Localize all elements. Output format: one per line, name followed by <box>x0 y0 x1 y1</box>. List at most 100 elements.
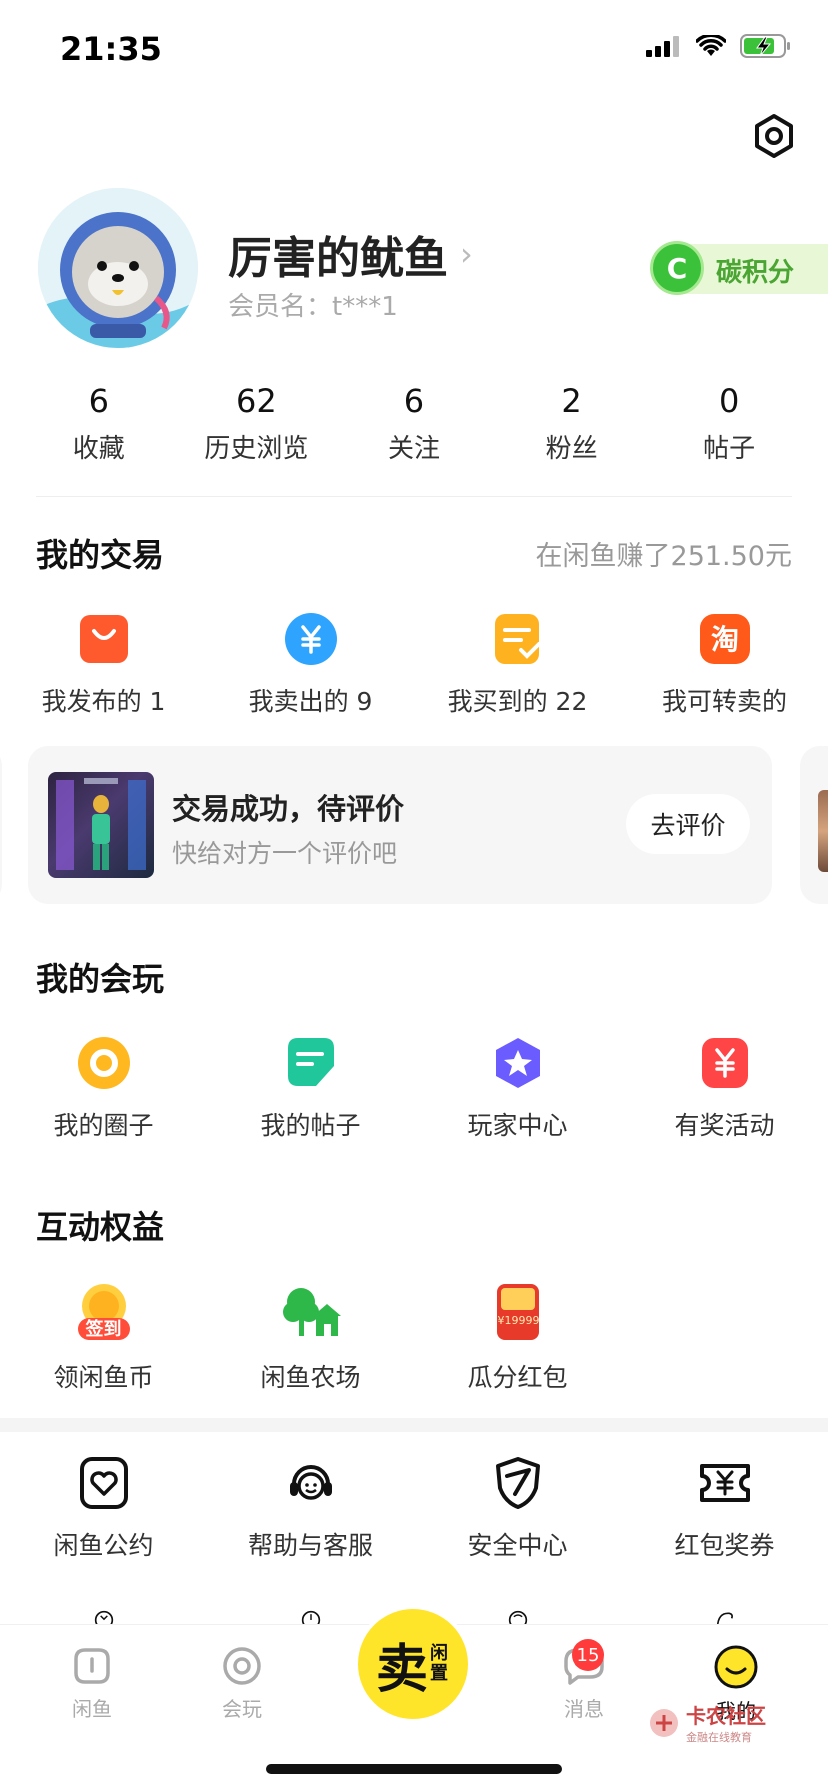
icon-label: 帮助与客服 <box>247 1531 373 1560</box>
benefits-title: 互动权益 <box>36 1208 165 1246</box>
svg-text:淘: 淘 <box>710 623 738 656</box>
bag-icon <box>77 612 131 666</box>
stat-label: 关注 <box>387 434 440 464</box>
my-play-title: 我的会玩 <box>36 960 165 998</box>
trade-card-title: 交易成功，待评价 <box>172 792 405 826</box>
icon-label: 我发布的 1 <box>41 687 166 716</box>
icon-label: 领闲鱼币 <box>53 1363 154 1392</box>
trade-card-subtitle: 快给对方一个评价吧 <box>172 839 398 868</box>
avatar[interactable] <box>38 188 198 348</box>
nav-label: 会玩 <box>222 1697 262 1721</box>
status-icons <box>646 34 792 58</box>
icon-label: 闲鱼公约 <box>53 1531 154 1560</box>
settings-button[interactable] <box>750 112 798 160</box>
nav-label: 消息 <box>564 1697 604 1721</box>
stat-value: 6 <box>403 382 425 420</box>
service-pact[interactable]: 闲鱼公约 <box>0 1456 207 1562</box>
sell-side-label: 闲置 <box>430 1643 448 1684</box>
customer-service-icon <box>284 1456 338 1510</box>
stat-label: 帖子 <box>703 434 756 464</box>
benefits-row: 签到 领闲鱼币 闲鱼农场 ¥19999 瓜分红包 <box>0 1282 828 1394</box>
icon-label: 我的帖子 <box>260 1111 361 1140</box>
stat-following[interactable]: 6 关注 <box>339 382 489 482</box>
play-icon <box>223 1647 261 1685</box>
service-help[interactable]: 帮助与客服 <box>207 1456 414 1562</box>
stat-history[interactable]: 62 历史浏览 <box>181 382 331 482</box>
stat-posts[interactable]: 0 帖子 <box>654 382 804 482</box>
fish-farm[interactable]: 闲鱼农场 <box>207 1282 414 1394</box>
sign-in-coin-icon: 签到 <box>74 1282 134 1342</box>
watermark-title: 卡农社区 <box>686 1704 766 1728</box>
profile-name-text: 厉害的鱿鱼 <box>228 233 448 284</box>
profile-name[interactable]: 厉害的鱿鱼 › <box>228 222 473 286</box>
carbon-points-label: 碳积分 <box>716 258 795 288</box>
my-posts[interactable]: 我的帖子 <box>207 1036 414 1142</box>
icon-label: 我买到的 22 <box>447 687 588 716</box>
wifi-icon <box>696 35 726 56</box>
signal-icon <box>646 36 679 57</box>
claim-coins[interactable]: 签到 领闲鱼币 <box>0 1282 207 1394</box>
stat-favorites[interactable]: 6 收藏 <box>24 382 174 482</box>
my-circles[interactable]: 我的圈子 <box>0 1036 207 1142</box>
taobao-icon: 淘 <box>698 612 752 666</box>
battery-charging-icon <box>740 34 790 58</box>
trade-resellable[interactable]: 淘 我可转卖的 <box>621 612 828 718</box>
sell-main-label: 卖 <box>375 1638 428 1700</box>
stat-label: 收藏 <box>72 434 125 464</box>
sign-in-badge: 签到 <box>85 1319 122 1340</box>
split-red-envelope[interactable]: ¥19999 瓜分红包 <box>414 1282 621 1394</box>
prize-activities[interactable]: 有奖活动 <box>621 1036 828 1142</box>
stat-label: 粉丝 <box>545 434 598 464</box>
trade-published[interactable]: 我发布的 1 <box>0 612 207 718</box>
nav-messages[interactable]: 15 消息 <box>524 1639 644 1722</box>
watermark-text: 卡农社区 金融在线教育 <box>686 1700 766 1745</box>
trade-sold[interactable]: 我卖出的 9 <box>207 612 414 718</box>
stat-label: 历史浏览 <box>204 434 309 464</box>
red-envelope-icon: ¥19999 <box>488 1282 548 1342</box>
service-coupons[interactable]: 红包奖券 <box>621 1456 828 1562</box>
services-row: 闲鱼公约 帮助与客服 安全中心 红包奖券 <box>0 1456 828 1562</box>
review-button[interactable]: 去评价 <box>626 794 750 854</box>
icon-label: 闲鱼农场 <box>260 1363 361 1392</box>
earnings-link[interactable]: 在闲鱼赚了251.50元 <box>536 534 792 573</box>
stat-value: 6 <box>88 382 109 420</box>
circle-icon <box>77 1036 131 1090</box>
pact-heart-icon <box>77 1456 131 1510</box>
icon-label: 玩家中心 <box>467 1111 568 1140</box>
watermark-subtitle: 金融在线教育 <box>686 1731 752 1744</box>
trade-bought[interactable]: 我买到的 22 <box>414 612 621 718</box>
pending-review-card[interactable]: 交易成功，待评价 快给对方一个评价吧 去评价 <box>28 746 772 904</box>
service-security[interactable]: 安全中心 <box>414 1456 621 1562</box>
stat-value: 62 <box>236 382 277 420</box>
carousel-next-card[interactable] <box>800 746 828 904</box>
nav-play[interactable]: 会玩 <box>182 1645 302 1722</box>
farm-icon <box>281 1282 341 1342</box>
coupon-icon <box>698 1456 752 1510</box>
gear-icon <box>755 114 793 158</box>
section-separator <box>0 1418 828 1432</box>
home-indicator <box>266 1764 562 1774</box>
unread-badge: 15 <box>572 1639 604 1671</box>
stat-value: 2 <box>561 382 582 420</box>
stat-fans[interactable]: 2 粉丝 <box>497 382 647 482</box>
carbon-points-badge[interactable]: C 碳积分 <box>650 241 828 295</box>
profile-smile-icon <box>714 1645 758 1689</box>
carbon-c-icon: C <box>650 241 704 295</box>
member-name: 会员名：t***1 <box>228 292 398 322</box>
yuan-icon <box>284 612 338 666</box>
red-envelope-amount: ¥19999 <box>497 1314 540 1327</box>
star-badge-icon <box>491 1036 545 1090</box>
icon-label: 红包奖券 <box>674 1531 775 1560</box>
my-trades-row: 我发布的 1 我卖出的 9 我买到的 22 淘 我可转卖的 <box>0 612 828 718</box>
stat-value: 0 <box>718 382 740 420</box>
sell-idle-button[interactable]: 卖 闲置 <box>354 1605 472 1723</box>
nav-home[interactable]: 闲鱼 <box>32 1645 152 1722</box>
player-center[interactable]: 玩家中心 <box>414 1036 621 1142</box>
icon-label: 瓜分红包 <box>467 1363 568 1392</box>
order-check-icon <box>491 612 545 666</box>
carousel-prev-card[interactable] <box>0 746 2 904</box>
icon-label: 我的圈子 <box>53 1111 154 1140</box>
next-card-thumbnail <box>818 790 828 872</box>
my-trades-title: 我的交易 <box>36 536 165 574</box>
chevron-right-icon: › <box>460 235 473 273</box>
